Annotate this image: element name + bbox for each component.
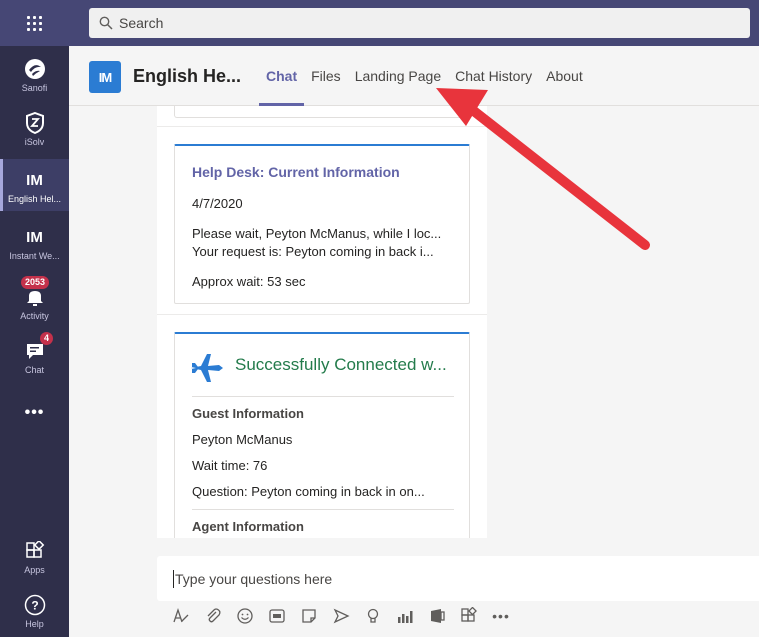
current-information-card: Help Desk: Current Information 4/7/2020 … [174,144,470,304]
compose-placeholder: Type your questions here [175,570,333,587]
connected-card: Successfully Connected w... Guest Inform… [174,332,470,538]
gif-icon[interactable] [265,604,289,628]
top-bar: Search [0,0,759,46]
message-column: Help Desk: Current Information 4/7/2020 … [157,106,487,538]
card-separator [192,509,454,510]
search-placeholder: Search [119,15,164,31]
left-rail: Sanofi iSolv IM English Hel... IM Instan… [0,46,69,637]
rail-label: Instant We... [9,251,60,261]
format-icon[interactable] [169,604,193,628]
airplane-icon [189,350,225,386]
activity-badge: 2053 [21,276,50,289]
chat-area[interactable]: Help Desk: Current Information 4/7/2020 … [69,106,759,538]
compose-input[interactable]: Type your questions here [157,556,759,601]
rail-label: iSolv [24,137,45,147]
rail-item-help[interactable]: ? Help [0,588,69,634]
help-icon: ? [24,594,46,616]
rail-item-instant-web[interactable]: IM Instant We... [0,216,69,266]
waffle-icon [27,15,42,31]
rail-item-isolv[interactable]: iSolv [0,104,69,152]
guest-info-heading: Guest Information [192,406,304,421]
wait-time: Wait time: 76 [192,458,268,473]
app-launcher-button[interactable] [0,0,69,46]
rail-item-activity[interactable]: 2053 Activity [0,274,69,322]
search-icon [99,16,113,30]
rail-item-chat[interactable]: 4 Chat [0,330,69,378]
tab-chat[interactable]: Chat [259,46,305,106]
tab-about[interactable]: About [539,46,590,106]
praise-icon[interactable] [361,604,385,628]
sanofi-icon [24,58,46,80]
meet-now-icon[interactable] [329,604,353,628]
app-logo: IM [89,61,121,93]
rail-label: Apps [24,565,45,575]
message-divider [157,314,487,315]
sticker-icon[interactable] [297,604,321,628]
rail-label: Help [25,619,44,629]
card-separator [192,396,454,397]
svg-text:?: ? [31,599,38,613]
stream-app-icon[interactable] [425,604,449,628]
bell-icon [24,286,46,308]
isolv-icon [24,112,46,134]
compose-area: Type your questions here ••• [69,538,759,637]
search-input[interactable]: Search [89,8,750,38]
apps-icon[interactable] [457,604,481,628]
message-divider [157,126,487,127]
card-request-line: Your request is: Peyton coming in back i… [192,244,434,259]
tab-files[interactable]: Files [304,46,348,106]
more-apps-button[interactable]: ••• [0,392,69,428]
emoji-icon[interactable] [233,604,257,628]
app-title: English He... [133,66,242,86]
apps-icon [24,540,46,562]
rail-item-apps[interactable]: Apps [0,532,69,580]
card-wait: Approx wait: 53 sec [192,274,306,289]
attach-icon[interactable] [201,604,225,628]
text-cursor [173,569,174,588]
rail-item-english-help[interactable]: IM English Hel... [0,159,69,211]
more-icon: ••• [24,404,45,421]
tab-bar: Chat Files Landing Page Chat History Abo… [259,46,590,106]
app-header: IM English He... Chat Files Landing Page… [69,46,759,106]
previous-card [174,106,470,118]
im-icon: IM [26,171,43,189]
card-title: Successfully Connected w... [235,355,447,374]
rail-label: Activity [20,311,49,321]
rail-label: Chat [24,365,44,375]
card-date: 4/7/2020 [192,196,243,211]
card-message-line: Please wait, Peyton McManus, while I loc… [192,226,442,241]
tab-chat-history[interactable]: Chat History [448,46,539,106]
more-options-icon[interactable]: ••• [489,604,513,628]
card-title: Help Desk: Current Information [192,164,400,180]
agent-info-heading: Agent Information [192,519,304,534]
rail-label: Sanofi [21,83,48,93]
guest-name: Peyton McManus [192,432,293,447]
rail-item-sanofi[interactable]: Sanofi [0,52,69,100]
rail-label: English Hel... [7,194,62,204]
chat-badge: 4 [40,332,54,345]
compose-toolbar: ••• [169,604,521,628]
tab-landing-page[interactable]: Landing Page [348,46,448,106]
guest-question: Question: Peyton coming in back in on... [192,484,425,499]
chart-app-icon[interactable] [393,604,417,628]
im-icon: IM [26,228,43,246]
